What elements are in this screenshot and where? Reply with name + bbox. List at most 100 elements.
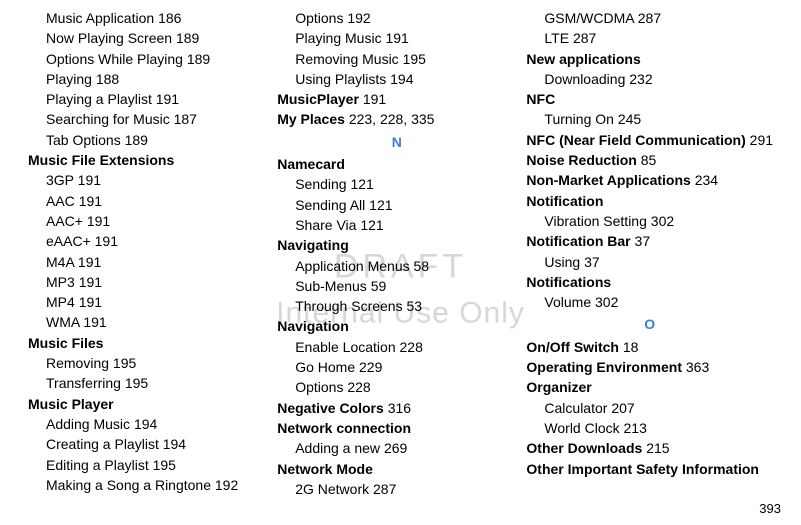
index-entry-pageref: 269 (384, 440, 407, 456)
index-entry-text: 2G Network (295, 481, 369, 497)
index-entry-text: Enable Location (295, 339, 395, 355)
index-entry: New applications (526, 49, 773, 69)
index-entry: Creating a Playlist 194 (28, 434, 267, 454)
index-entry: Network Mode (277, 459, 516, 479)
index-entry-pageref: 191 (83, 314, 106, 330)
index-entry-pageref: 37 (584, 254, 600, 270)
index-entry-text: Negative Colors (277, 400, 384, 416)
index-entry-pageref: 194 (390, 71, 413, 87)
index-entry: Music Player (28, 394, 267, 414)
index-page: Music Application 186Now Playing Screen … (0, 0, 801, 499)
index-entry-text: Playing Music (295, 30, 381, 46)
index-entry: Navigation (277, 316, 516, 336)
index-entry: Notification (526, 191, 773, 211)
index-entry-text: Sending All (295, 197, 365, 213)
index-entry-text: Now Playing Screen (46, 30, 172, 46)
index-entry-text: Music Player (28, 396, 114, 412)
index-entry-text: Music Files (28, 335, 103, 351)
index-entry: Through Screens 53 (277, 296, 516, 316)
index-entry-pageref: 53 (407, 298, 423, 314)
index-entry: NFC (526, 89, 773, 109)
index-entry-text: Noise Reduction (526, 152, 636, 168)
index-entry-pageref: 191 (385, 30, 408, 46)
index-entry: Music Application 186 (28, 8, 267, 28)
index-entry-text: Share Via (295, 217, 356, 233)
index-entry-text: MP3 (46, 274, 75, 290)
index-entry-text: Removing Music (295, 51, 398, 67)
index-entry: Calculator 207 (526, 398, 773, 418)
index-entry: Notification Bar 37 (526, 231, 773, 251)
index-entry-pageref: 187 (174, 111, 197, 127)
index-entry-pageref: 191 (79, 274, 102, 290)
index-entry: Downloading 232 (526, 69, 773, 89)
index-entry-text: Through Screens (295, 298, 402, 314)
index-entry-pageref: 363 (686, 359, 709, 375)
index-entry: Sub-Menus 59 (277, 276, 516, 296)
index-entry-pageref: 302 (651, 213, 674, 229)
index-entry-text: Notification (526, 193, 603, 209)
index-entry-text: Network connection (277, 420, 411, 436)
index-entry-pageref: 228 (347, 379, 370, 395)
index-entry: MP3 191 (28, 272, 267, 292)
index-entry-text: Adding a new (295, 440, 380, 456)
index-entry: Navigating (277, 235, 516, 255)
index-entry-pageref: 195 (153, 457, 176, 473)
index-entry: Adding a new 269 (277, 438, 516, 458)
index-entry-text: NFC (Near Field Communication) (526, 132, 745, 148)
index-entry-text: Adding Music (46, 416, 130, 432)
index-entry-text: Creating a Playlist (46, 436, 159, 452)
index-entry-text: Making a Song a Ringtone (46, 477, 211, 493)
index-entry: Tab Options 189 (28, 130, 267, 150)
index-entry-pageref: 191 (79, 193, 102, 209)
index-entry-text: Notification Bar (526, 233, 630, 249)
index-entry: Transferring 195 (28, 373, 267, 393)
index-entry-pageref: 228 (400, 339, 423, 355)
index-entry-text: AAC (46, 193, 75, 209)
index-entry: Namecard (277, 154, 516, 174)
index-column: Options 192Playing Music 191Removing Mus… (277, 8, 516, 499)
index-entry-text: Playing a Playlist (46, 91, 152, 107)
index-entry-text: LTE (544, 30, 569, 46)
index-entry-pageref: 234 (695, 172, 718, 188)
index-entry-text: Editing a Playlist (46, 457, 149, 473)
index-entry: M4A 191 (28, 252, 267, 272)
index-entry-text: Notifications (526, 274, 611, 290)
index-entry-text: Network Mode (277, 461, 373, 477)
index-entry: Sending 121 (277, 174, 516, 194)
index-entry: Vibration Setting 302 (526, 211, 773, 231)
index-entry: Share Via 121 (277, 215, 516, 235)
index-entry-text: Options (295, 379, 343, 395)
index-entry-text: My Places (277, 111, 345, 127)
index-entry-pageref: 207 (611, 400, 634, 416)
index-entry: NFC (Near Field Communication) 291 (526, 130, 773, 150)
index-entry-pageref: 186 (158, 10, 181, 26)
index-entry-text: Sending (295, 176, 346, 192)
index-entry-text: Downloading (544, 71, 625, 87)
index-entry-pageref: 213 (624, 420, 647, 436)
index-entry: Editing a Playlist 195 (28, 455, 267, 475)
index-entry-pageref: 232 (629, 71, 652, 87)
index-entry: Enable Location 228 (277, 337, 516, 357)
index-entry-pageref: 316 (388, 400, 411, 416)
index-entry: Volume 302 (526, 292, 773, 312)
index-section-letter: N (277, 132, 516, 152)
index-entry-text: Navigating (277, 237, 349, 253)
index-entry-text: Other Important Safety Information (526, 461, 759, 477)
index-entry: WMA 191 (28, 312, 267, 332)
index-entry-pageref: 194 (163, 436, 186, 452)
index-entry-pageref: 245 (618, 111, 641, 127)
index-entry-pageref: 287 (573, 30, 596, 46)
index-entry-text: Music File Extensions (28, 152, 174, 168)
index-entry-text: Playing (46, 71, 92, 87)
index-entry-pageref: 291 (750, 132, 773, 148)
index-entry: Removing Music 195 (277, 49, 516, 69)
index-entry-text: Navigation (277, 318, 349, 334)
index-entry-pageref: 121 (369, 197, 392, 213)
index-entry-pageref: 192 (215, 477, 238, 493)
index-entry: Adding Music 194 (28, 414, 267, 434)
index-entry-text: Operating Environment (526, 359, 682, 375)
index-entry-text: Organizer (526, 379, 591, 395)
index-entry-text: Application Menus (295, 258, 409, 274)
index-entry-text: Non-Market Applications (526, 172, 690, 188)
index-entry: Music File Extensions (28, 150, 267, 170)
